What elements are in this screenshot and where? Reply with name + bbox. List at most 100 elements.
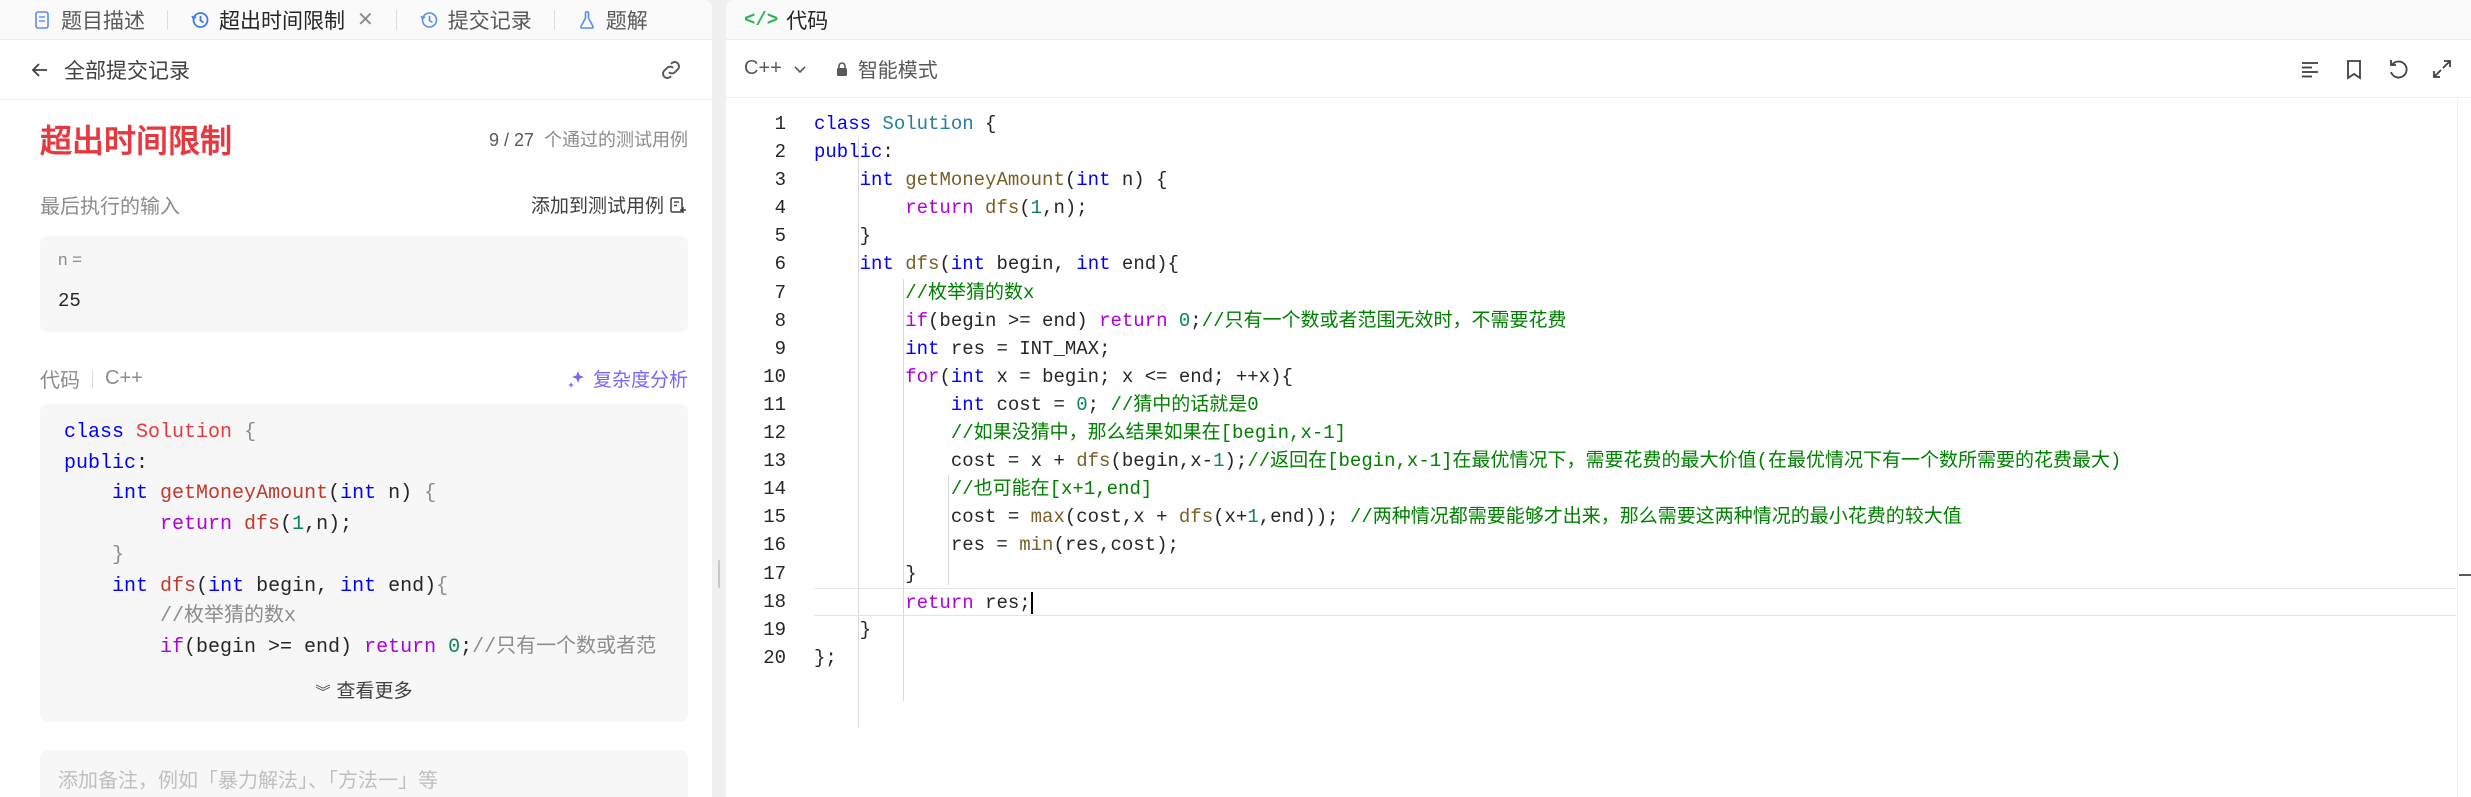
scrollbar-cursor-marker [2459, 574, 2471, 576]
line-number: 19 [763, 618, 786, 641]
lock-icon [836, 61, 847, 76]
code-line: cost = x + dfs(begin,x-1);//返回在[begin,x-… [814, 450, 2122, 473]
line-number: 6 [774, 253, 786, 276]
history-icon [420, 11, 438, 28]
line-number: 17 [763, 562, 786, 585]
line-number: 15 [763, 506, 786, 529]
line-number-gutter: 1 2 3 4 5 6 7 8 9 10 11 12 13 14 15 16 1… [726, 110, 786, 672]
add-to-testcase-label: 添加到测试用例 [530, 196, 664, 217]
history-icon [191, 11, 209, 28]
sparkle-icon [567, 370, 584, 388]
see-more-button[interactable]: ︾ 查看更多 [40, 676, 688, 703]
editor-tools [2277, 58, 2453, 80]
flask-icon [579, 10, 594, 29]
input-key: n = [58, 250, 83, 269]
last-input-label: 最后执行的输入 [40, 196, 180, 218]
tab-divider [167, 9, 168, 30]
tab-time-limit[interactable]: 超出时间限制 ✕ [190, 0, 374, 40]
resize-grip[interactable] [718, 560, 720, 588]
code-lines[interactable]: class Solution { public: int getMoneyAmo… [814, 110, 2456, 672]
tab-submissions[interactable]: 提交记录 [419, 0, 532, 40]
line-number: 9 [774, 337, 786, 360]
passed-cases: 9 / 27 个通过的测试用例 [489, 126, 688, 152]
vertical-scrollbar[interactable] [2457, 98, 2471, 797]
submission-panel: 题目描述 超出时间限制 ✕ 提交记录 题解 全部提交记录 超出时间限制 9 / … [0, 0, 712, 797]
code-icon: </> [744, 8, 779, 31]
tab-code[interactable]: </> 代码 [744, 5, 828, 35]
bookmark-icon[interactable] [2343, 58, 2365, 80]
tab-solutions[interactable]: 题解 [577, 0, 648, 40]
tab-solutions-label: 题解 [605, 9, 648, 33]
editor-toolbar: C++ 智能模式 [726, 40, 2471, 98]
tab-submissions-label: 提交记录 [447, 9, 532, 33]
add-testcase-icon [670, 196, 686, 213]
code-header-labels: 代码 C++ [40, 364, 143, 393]
line-number: 5 [774, 225, 786, 248]
input-value: 25 [58, 290, 81, 312]
passed-count: 9 / 27 [488, 130, 534, 150]
result-status: 超出时间限制 [40, 123, 233, 159]
submitted-code-preview: class Solution { public: int getMoneyAmo… [40, 404, 688, 722]
code-line: int cost = 0; //猜中的话就是0 [950, 393, 1259, 416]
submission-header: 全部提交记录 [0, 40, 712, 100]
code-line: int res = INT_MAX; [905, 337, 1111, 360]
link-icon[interactable] [658, 57, 684, 83]
language-select[interactable]: C++ [744, 57, 808, 80]
complexity-label: 复杂度分析 [592, 370, 688, 391]
code-line: }; [814, 646, 837, 669]
code-line: //如果没猜中，那么结果如果在[begin,x-1] [950, 422, 1347, 445]
tab-divider [395, 9, 397, 30]
note-input[interactable]: 添加备注，例如「暴力解法」、「方法一」等 [40, 750, 688, 797]
tab-description[interactable]: 题目描述 [32, 0, 145, 40]
result-row: 超出时间限制 9 / 27 个通过的测试用例 [40, 116, 688, 162]
left-tab-bar: 题目描述 超出时间限制 ✕ 提交记录 题解 [0, 0, 712, 40]
add-to-testcase-button[interactable]: 添加到测试用例 [531, 191, 688, 218]
line-number: 18 [763, 590, 786, 613]
code-line: //枚举猜的数x [905, 281, 1035, 304]
code-editor[interactable]: 1 2 3 4 5 6 7 8 9 10 11 12 13 14 15 16 1… [726, 98, 2456, 797]
tab-divider [553, 9, 555, 30]
line-number: 10 [763, 365, 786, 388]
code-line: int dfs(int begin, int end){ [859, 253, 1179, 276]
line-number: 3 [774, 169, 786, 192]
last-input-box: n = 25 [40, 236, 688, 332]
close-icon[interactable]: ✕ [357, 7, 374, 32]
editor-tab-bar: </> 代码 [726, 0, 2471, 40]
language-value: C++ [744, 57, 782, 79]
complexity-analysis-button[interactable]: 复杂度分析 [567, 365, 688, 392]
submitted-code: class Solution { public: int getMoneyAmo… [64, 421, 657, 659]
line-number: 11 [763, 393, 786, 416]
code-line: public: [814, 141, 894, 164]
code-line: } [814, 225, 872, 248]
tab-code-label: 代码 [786, 9, 829, 33]
code-line: if(begin >= end) return 0;//只有一个数或者范围无效时… [905, 309, 1567, 332]
double-chevron-down-icon: ︾ [315, 684, 331, 701]
tab-description-label: 题目描述 [61, 9, 145, 33]
last-input-header: 最后执行的输入 添加到测试用例 [40, 190, 688, 219]
smart-mode-toggle[interactable]: 智能模式 [834, 54, 938, 83]
format-icon[interactable] [2299, 58, 2321, 80]
all-submissions-link[interactable]: 全部提交记录 [64, 55, 658, 85]
code-line: cost = max(cost,x + dfs(x+1,end)); //两种情… [814, 506, 1962, 529]
code-line: int getMoneyAmount(int n) { [859, 169, 1168, 192]
line-number: 12 [763, 422, 786, 445]
line-number: 2 [774, 141, 786, 164]
line-number: 13 [763, 450, 786, 473]
divider [92, 369, 93, 388]
code-language: C++ [105, 367, 143, 389]
chevron-down-icon [794, 65, 806, 73]
passed-label: 个通过的测试用例 [544, 130, 688, 150]
arrow-left-icon[interactable] [30, 60, 50, 80]
smart-mode-label: 智能模式 [857, 60, 938, 82]
code-line: } [814, 562, 917, 585]
expand-icon[interactable] [2431, 58, 2453, 80]
line-number: 1 [774, 113, 786, 135]
line-number: 16 [763, 534, 786, 557]
panel-resize-handle[interactable] [712, 0, 726, 797]
line-number: 14 [763, 478, 786, 501]
code-line: } [814, 618, 872, 641]
reset-icon[interactable] [2387, 58, 2409, 80]
line-number: 20 [763, 646, 786, 669]
code-label: 代码 [40, 370, 80, 392]
line-number: 8 [774, 309, 786, 332]
